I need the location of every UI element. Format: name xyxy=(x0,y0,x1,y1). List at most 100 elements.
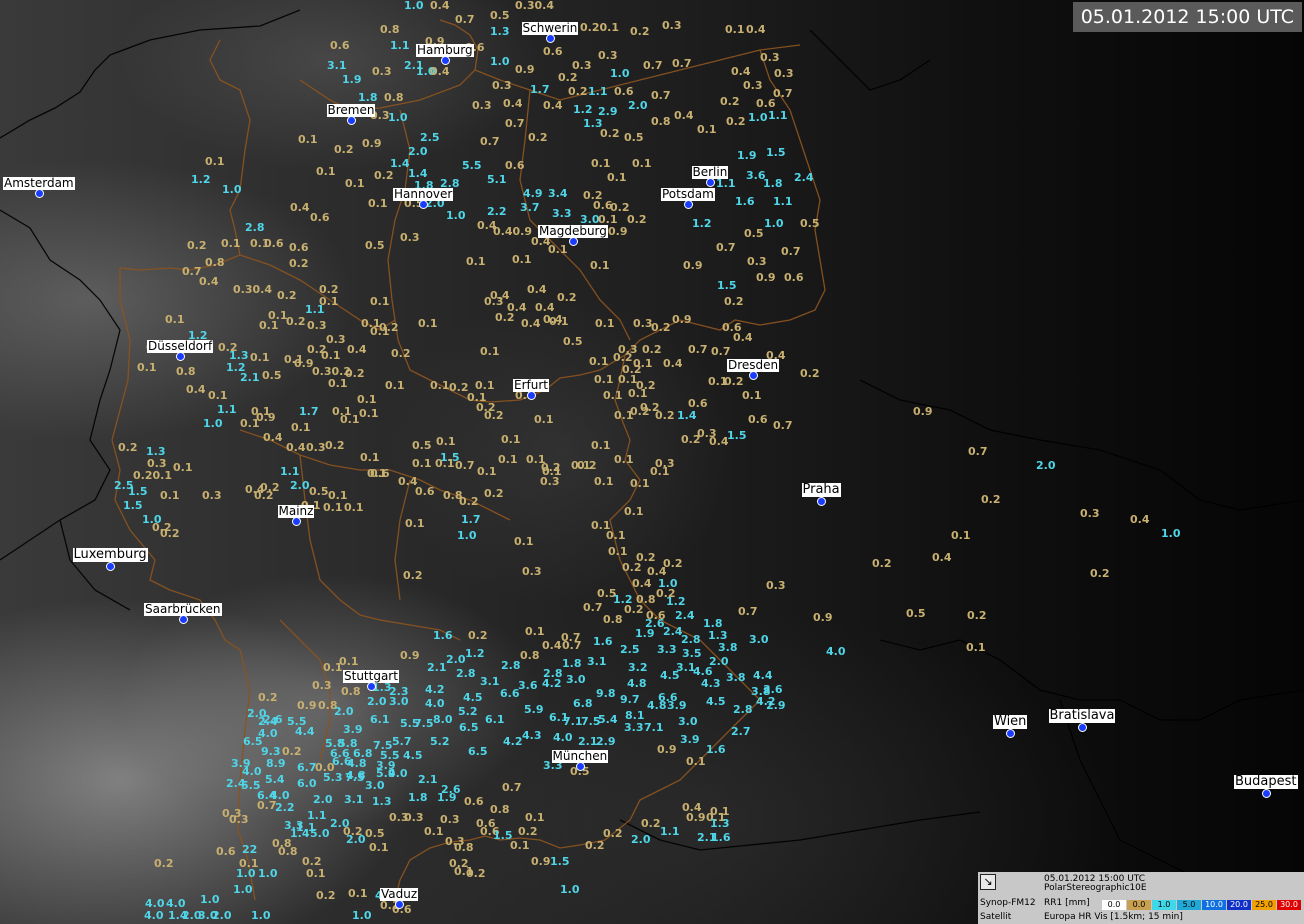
station-value: 3.4 xyxy=(548,187,568,200)
city-marker-icon[interactable] xyxy=(817,497,826,506)
city-marker-icon[interactable] xyxy=(569,237,578,246)
city-marker-icon[interactable] xyxy=(576,762,585,771)
station-value: 0.2 xyxy=(325,439,345,452)
station-value: 0.3 xyxy=(774,67,794,80)
station-value: 0.2 xyxy=(187,239,207,252)
station-value: 0.9 xyxy=(813,611,833,624)
station-value: 3.9 xyxy=(667,699,687,712)
city-marker-icon[interactable] xyxy=(527,391,536,400)
city-marker-icon[interactable] xyxy=(292,517,301,526)
station-value: 1.0 xyxy=(490,55,510,68)
station-value: 7.5 xyxy=(414,717,434,730)
station-value: 0.8 xyxy=(603,613,623,626)
station-value: 0.1 xyxy=(435,457,455,470)
city-marker-icon[interactable] xyxy=(1262,789,1271,798)
station-value: 0.1 xyxy=(385,379,405,392)
station-value: 0.2 xyxy=(624,603,644,616)
city-marker-icon[interactable] xyxy=(106,562,115,571)
station-value: 2.0 xyxy=(1036,459,1056,472)
station-value: 0.2 xyxy=(655,409,675,422)
station-value: 0.1 xyxy=(344,501,364,514)
station-value: 2.0 xyxy=(290,479,310,492)
station-value: 0.1 xyxy=(686,755,706,768)
city-marker-icon[interactable] xyxy=(347,116,356,125)
station-value: 6.1 xyxy=(370,713,390,726)
station-value: 0.2 xyxy=(557,291,577,304)
station-value: 0.7 xyxy=(562,639,582,652)
station-value: 0.3 xyxy=(760,51,780,64)
city-marker-icon[interactable] xyxy=(546,34,555,43)
station-value: 0.6 xyxy=(748,413,768,426)
station-value: 3.0 xyxy=(749,633,769,646)
station-value: 5.4 xyxy=(598,713,618,726)
station-value: 3.7 xyxy=(520,201,540,214)
city-label: Magdeburg xyxy=(538,224,608,238)
station-value: 2.1 xyxy=(578,735,598,748)
station-value: 0.7 xyxy=(968,445,988,458)
city-label: Hannover xyxy=(393,187,454,201)
station-value: 0.3 xyxy=(229,813,249,826)
station-value: 0.1 xyxy=(424,825,444,838)
station-value: 0.2 xyxy=(403,569,423,582)
station-value: 0.9 xyxy=(294,357,314,370)
city-marker-icon[interactable] xyxy=(706,178,715,187)
city-label: Berlin xyxy=(691,165,729,179)
city-marker-icon[interactable] xyxy=(179,615,188,624)
station-value: 1.7 xyxy=(530,83,550,96)
station-value: 0.2 xyxy=(289,257,309,270)
station-value: 0.1 xyxy=(418,317,438,330)
station-value: 3.5 xyxy=(682,647,702,660)
station-value: 0.2 xyxy=(800,367,820,380)
city-marker-icon[interactable] xyxy=(176,352,185,361)
station-value: 0.2 xyxy=(334,143,354,156)
station-value: 0.3 xyxy=(598,49,618,62)
city-marker-icon[interactable] xyxy=(1006,729,1015,738)
station-value: 1.0 xyxy=(258,867,278,880)
station-value: 0.4 xyxy=(521,317,541,330)
legend-scale-cell: 20.0 xyxy=(1227,900,1251,910)
station-value: 2.0 xyxy=(628,99,648,112)
station-value: 3.9 xyxy=(343,723,363,736)
city-marker-icon[interactable] xyxy=(441,56,450,65)
station-value: 2.4 xyxy=(663,625,683,638)
station-value: 0.1 xyxy=(340,413,360,426)
station-value: 0.7 xyxy=(738,605,758,618)
city-marker-icon[interactable] xyxy=(419,200,428,209)
station-value: 0.7 xyxy=(583,601,603,614)
station-value: 1.8 xyxy=(562,657,582,670)
station-value: 0.1 xyxy=(725,23,745,36)
station-value: 4.2 xyxy=(503,735,523,748)
station-value: 2.5 xyxy=(620,643,640,656)
station-value: 6.8 xyxy=(573,697,593,710)
station-value: 0.1 xyxy=(370,295,390,308)
station-value: 1.9 xyxy=(437,791,457,804)
station-value: 0.8 xyxy=(205,256,225,269)
city-marker-icon[interactable] xyxy=(395,900,404,909)
station-value: 0.4 xyxy=(632,577,652,590)
station-value: 0.2 xyxy=(468,629,488,642)
city-marker-icon[interactable] xyxy=(35,189,44,198)
dwd-logo-icon: ↘ xyxy=(980,874,996,890)
station-value: 0.7 xyxy=(773,419,793,432)
station-value: 0.30.4 xyxy=(515,0,554,12)
legend-scale-cell: 30.0 xyxy=(1277,900,1301,910)
station-value: 4.0 xyxy=(826,645,846,658)
station-value: 0.9 xyxy=(686,811,706,824)
city-marker-icon[interactable] xyxy=(749,371,758,380)
station-value: 0.8 xyxy=(176,365,196,378)
station-value: 0.1 xyxy=(328,377,348,390)
station-value: 1.0 xyxy=(352,909,372,922)
station-value: 0.4 xyxy=(290,201,310,214)
station-value: 1.0 xyxy=(1161,527,1181,540)
station-value: 0.1 xyxy=(590,259,610,272)
station-value: 0.2 xyxy=(484,409,504,422)
satellite-map[interactable]: 1.00.40.70.50.30.40.80.91.30.50.20.20.10… xyxy=(0,0,1304,924)
station-value: 1.2 xyxy=(666,595,686,608)
station-value: 0.7 xyxy=(651,89,671,102)
city-marker-icon[interactable] xyxy=(1078,723,1087,732)
city-marker-icon[interactable] xyxy=(367,682,376,691)
station-value: 0.2 xyxy=(726,115,746,128)
station-value: 2.1 xyxy=(418,773,438,786)
station-value: 1.0 xyxy=(388,111,408,124)
city-marker-icon[interactable] xyxy=(684,200,693,209)
